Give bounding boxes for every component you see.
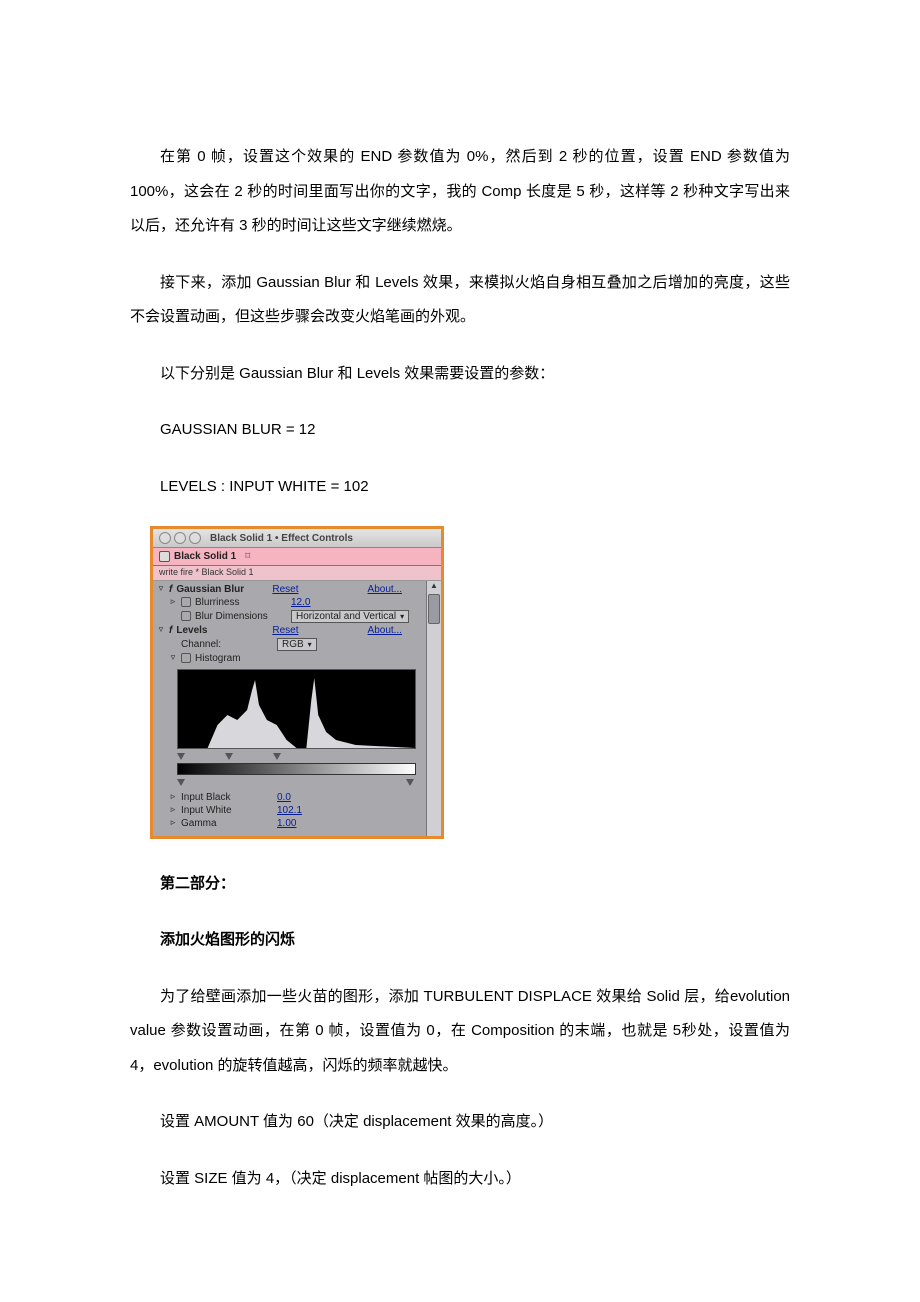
about-link[interactable]: About... <box>368 584 422 595</box>
param-input-white: ▹ Input White 102.1 <box>153 804 426 817</box>
handle-gamma[interactable] <box>225 753 233 760</box>
param-value[interactable]: 102.1 <box>277 805 302 816</box>
scroll-thumb[interactable] <box>428 594 440 624</box>
setting-line-gaussian: GAUSSIAN BLUR = 12 <box>130 413 790 448</box>
effect-row-gaussian-blur[interactable]: ▿ f Gaussian Blur Reset About... <box>153 583 426 596</box>
window-titlebar: Black Solid 1 • Effect Controls <box>153 529 441 548</box>
panel-tab[interactable]: Black Solid 1 ⌑ <box>153 548 441 566</box>
effect-tree: ▿ f Gaussian Blur Reset About... ▹ Blurr… <box>153 581 426 836</box>
document-page: 在第 0 帧，设置这个效果的 END 参数值为 0%，然后到 2 秒的位置，设置… <box>0 0 920 1302</box>
paragraph: 在第 0 帧，设置这个效果的 END 参数值为 0%，然后到 2 秒的位置，设置… <box>130 140 790 244</box>
handle-output-black[interactable] <box>177 779 185 786</box>
scroll-up-icon[interactable]: ▲ <box>430 581 438 592</box>
handle-input-white[interactable] <box>273 753 281 760</box>
effect-name: Levels <box>176 625 268 636</box>
paragraph: 以下分别是 Gaussian Blur 和 Levels 效果需要设置的参数： <box>130 357 790 392</box>
fx-icon[interactable]: f <box>169 584 172 595</box>
twirl-down-icon[interactable]: ▿ <box>157 625 165 635</box>
window-title: Black Solid 1 • Effect Controls <box>210 533 353 544</box>
param-input-black: ▹ Input Black 0.0 <box>153 791 426 804</box>
param-histogram: ▿ Histogram <box>153 652 426 665</box>
reset-link[interactable]: Reset <box>272 584 298 595</box>
param-blurriness: ▹ Blurriness 12.0 <box>153 596 426 609</box>
channel-dropdown[interactable]: RGB <box>277 638 317 651</box>
twirl-down-icon[interactable]: ▿ <box>169 653 177 663</box>
paragraph: 接下来，添加 Gaussian Blur 和 Levels 效果，来模拟火焰自身… <box>130 266 790 335</box>
layer-path: write fire * Black Solid 1 <box>153 566 441 581</box>
param-label: Channel: <box>181 639 273 650</box>
param-value[interactable]: 0.0 <box>277 792 291 803</box>
section-heading-part2: 第二部分： <box>130 867 790 902</box>
blur-dimensions-dropdown[interactable]: Horizontal and Vertical <box>291 610 409 623</box>
param-value[interactable]: 12.0 <box>291 597 310 608</box>
layer-badge-icon <box>159 551 170 562</box>
output-handles[interactable] <box>177 779 416 787</box>
stopwatch-icon[interactable] <box>181 653 191 663</box>
param-label: Histogram <box>195 653 287 664</box>
about-link[interactable]: About... <box>368 625 422 636</box>
tab-close-icon[interactable]: ⌑ <box>242 551 253 562</box>
param-gamma: ▹ Gamma 1.00 <box>153 817 426 830</box>
param-label: Input Black <box>181 792 273 803</box>
traffic-light-min[interactable] <box>174 532 186 544</box>
param-value[interactable]: 1.00 <box>277 818 296 829</box>
effect-row-levels[interactable]: ▿ f Levels Reset About... <box>153 624 426 637</box>
effect-name: Gaussian Blur <box>176 584 268 595</box>
param-blur-dimensions: Blur Dimensions Horizontal and Vertical <box>153 609 426 624</box>
param-channel: Channel: RGB <box>153 637 426 652</box>
stopwatch-icon[interactable] <box>181 597 191 607</box>
handle-input-black[interactable] <box>177 753 185 760</box>
setting-line-size: 设置 SIZE 值为 4，（决定 displacement 帖图的大小。） <box>130 1162 790 1197</box>
scrollbar[interactable]: ▲ <box>426 581 441 836</box>
twirl-right-icon[interactable]: ▹ <box>169 792 177 802</box>
twirl-down-icon[interactable]: ▿ <box>157 584 165 594</box>
tab-label: Black Solid 1 <box>174 551 236 562</box>
param-label: Input White <box>181 805 273 816</box>
traffic-light-max[interactable] <box>189 532 201 544</box>
param-label: Blurriness <box>195 597 287 608</box>
panel-body: ▿ f Gaussian Blur Reset About... ▹ Blurr… <box>153 581 441 836</box>
setting-line-amount: 设置 AMOUNT 值为 60（决定 displacement 效果的高度。） <box>130 1105 790 1140</box>
setting-line-levels: LEVELS : INPUT WHITE = 102 <box>130 470 790 505</box>
traffic-light-close[interactable] <box>159 532 171 544</box>
twirl-right-icon[interactable]: ▹ <box>169 805 177 815</box>
input-handles[interactable] <box>177 753 416 761</box>
param-label: Gamma <box>181 818 273 829</box>
paragraph: 为了给壁画添加一些火苗的图形，添加 TURBULENT DISPLACE 效果给… <box>130 980 790 1084</box>
histogram-display <box>177 669 416 749</box>
ae-effect-controls-panel: Black Solid 1 • Effect Controls Black So… <box>150 526 444 839</box>
reset-link[interactable]: Reset <box>272 625 298 636</box>
twirl-right-icon[interactable]: ▹ <box>169 818 177 828</box>
section-heading-flicker: 添加火焰图形的闪烁 <box>130 923 790 958</box>
histogram-svg <box>178 670 415 748</box>
output-gradient <box>177 763 416 775</box>
stopwatch-icon[interactable] <box>181 611 191 621</box>
twirl-right-icon[interactable]: ▹ <box>169 597 177 607</box>
param-label: Blur Dimensions <box>195 611 287 622</box>
fx-icon[interactable]: f <box>169 625 172 636</box>
handle-output-white[interactable] <box>406 779 414 786</box>
